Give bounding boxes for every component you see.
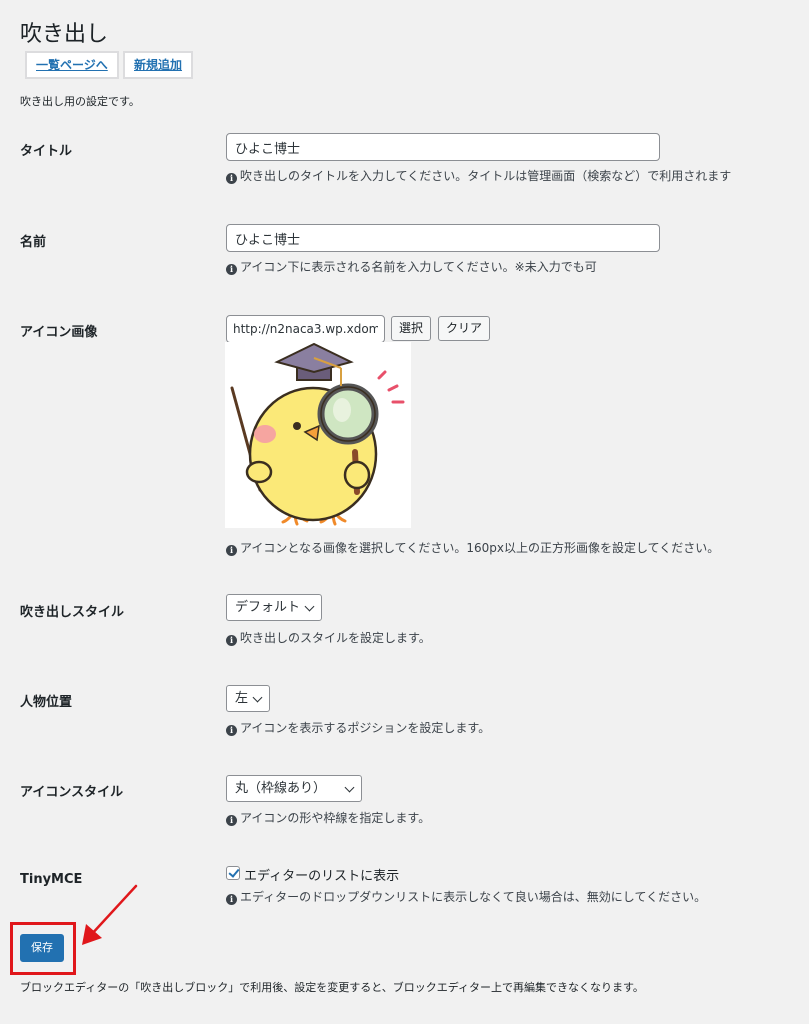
- pointer-arrow-icon: [82, 884, 138, 945]
- title-description: i 吹き出しのタイトルを入力してください。タイトルは管理画面（検索など）で利用され…: [226, 167, 731, 184]
- info-icon: i: [226, 894, 237, 905]
- select-image-button[interactable]: 選択: [391, 316, 432, 341]
- name-label: 名前: [20, 235, 47, 250]
- tinymce-description: i エディターのドロップダウンリストに表示しなくて良い場合は、無効にしてください。: [226, 888, 706, 905]
- title-input[interactable]: [226, 133, 660, 161]
- chevron-down-icon: [344, 782, 355, 793]
- icon-style-select[interactable]: 丸（枠線あり）: [226, 775, 362, 802]
- balloon-style-select[interactable]: デフォルト: [226, 594, 322, 621]
- icon-image-description: i アイコンとなる画像を選択してください。160px以上の正方形画像を設定してくだ…: [226, 539, 719, 556]
- add-new-link[interactable]: 新規追加: [123, 51, 194, 79]
- icon-url-input[interactable]: [226, 315, 385, 343]
- intro-text: 吹き出し用の設定です。: [20, 95, 140, 108]
- balloon-style-label: 吹き出しスタイル: [20, 605, 125, 620]
- person-position-select[interactable]: 左: [226, 685, 270, 712]
- tinymce-label: TinyMCE: [20, 872, 83, 887]
- clear-image-button[interactable]: クリア: [438, 316, 491, 341]
- chevron-down-icon: [252, 692, 263, 703]
- info-icon: i: [226, 264, 237, 275]
- icon-style-description: i アイコンの形や枠線を指定します。: [226, 809, 430, 826]
- person-position-label: 人物位置: [20, 695, 73, 710]
- title-label: タイトル: [20, 144, 73, 159]
- icon-style-label: アイコンスタイル: [20, 785, 124, 800]
- name-description: i アイコン下に表示される名前を入力してください。※未入力でも可: [226, 258, 597, 275]
- info-icon: i: [226, 815, 237, 826]
- info-icon: i: [226, 725, 237, 736]
- avatar-preview: [225, 342, 411, 528]
- info-icon: i: [226, 173, 237, 184]
- save-button[interactable]: 保存: [20, 934, 64, 962]
- person-position-description: i アイコンを表示するポジションを設定します。: [226, 719, 490, 736]
- chevron-down-icon: [304, 601, 315, 612]
- balloon-style-description: i 吹き出しのスタイルを設定します。: [226, 629, 431, 646]
- info-icon: i: [226, 635, 237, 646]
- info-icon: i: [226, 545, 237, 556]
- editor-list-checkbox[interactable]: [226, 866, 240, 880]
- list-page-link[interactable]: 一覧ページへ: [25, 51, 119, 79]
- page-title: 吹き出し: [20, 22, 109, 47]
- name-input[interactable]: [226, 224, 660, 252]
- editor-list-checkbox-label[interactable]: エディターのリストに表示: [244, 865, 399, 884]
- icon-image-label: アイコン画像: [20, 325, 98, 340]
- footer-note: ブロックエディターの「吹き出しブロック」で利用後、設定を変更すると、ブロックエデ…: [20, 981, 644, 994]
